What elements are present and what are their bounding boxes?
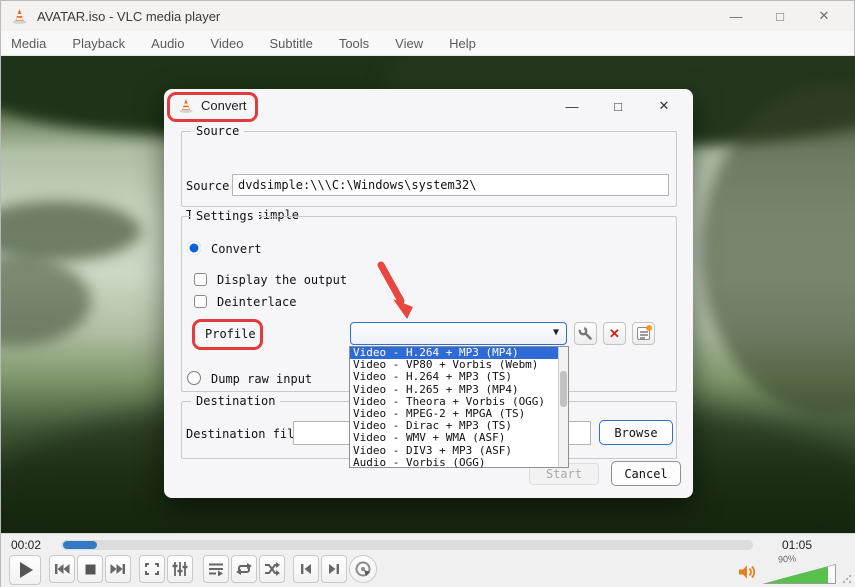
dialog-maximize-button[interactable]: □ [605, 95, 631, 117]
delete-x-icon: ✕ [609, 326, 620, 342]
dialog-minimize-button[interactable]: — [559, 95, 585, 117]
seek-progress [63, 541, 97, 549]
settings-legend: Settings [191, 209, 259, 223]
profile-option[interactable]: Video - H.265 + MP3 (MP4) [350, 384, 568, 396]
convert-radio[interactable] [187, 241, 201, 255]
vlc-cone-icon [11, 8, 28, 25]
deinterlace-checkbox[interactable] [194, 295, 207, 308]
shuffle-icon [264, 562, 280, 576]
stop-icon [85, 564, 96, 575]
playlist-icon [208, 562, 224, 576]
cancel-button[interactable]: Cancel [611, 461, 681, 486]
dvd-menu-button[interactable] [349, 555, 377, 583]
frame-back-button[interactable] [293, 555, 319, 583]
wrench-icon [578, 326, 593, 341]
volume-slider[interactable] [762, 564, 836, 584]
scrollbar-thumb[interactable] [560, 371, 567, 407]
menu-video[interactable]: Video [210, 36, 243, 51]
menu-subtitle[interactable]: Subtitle [269, 36, 312, 51]
equalizer-icon [172, 562, 188, 576]
volume-control[interactable]: 90% [738, 558, 850, 586]
destination-file-label: Destination file: [186, 427, 309, 441]
convert-radio-label: Convert [211, 242, 262, 256]
previous-button[interactable] [49, 555, 75, 583]
profile-option[interactable]: Video - Dirac + MP3 (TS) [350, 420, 568, 432]
source-input[interactable] [232, 174, 669, 196]
menu-tools[interactable]: Tools [339, 36, 369, 51]
source-legend: Source [191, 124, 244, 138]
edit-profile-button[interactable] [574, 322, 597, 345]
display-output-label: Display the output [217, 273, 347, 287]
dump-raw-input-radio[interactable] [187, 371, 201, 385]
profile-option[interactable]: Video - Theora + Vorbis (OGG) [350, 396, 568, 408]
dialog-title: Convert [201, 98, 247, 113]
disc-icon [355, 561, 371, 577]
dialog-title-bar: Convert — □ ✕ [164, 89, 693, 123]
profile-option[interactable]: Video - DIV3 + MP3 (ASF) [350, 445, 568, 457]
browse-button[interactable]: Browse [599, 420, 673, 445]
minimize-button[interactable]: — [714, 1, 758, 31]
new-profile-button[interactable] [632, 322, 655, 345]
play-button[interactable] [9, 555, 41, 585]
video-area[interactable]: Convert — □ ✕ Source Source: Type: dvdsi… [1, 56, 855, 533]
background-tree [1, 256, 91, 346]
skip-back-icon [54, 563, 70, 575]
menu-media[interactable]: Media [11, 36, 46, 51]
menu-playback[interactable]: Playback [72, 36, 125, 51]
menu-help[interactable]: Help [449, 36, 476, 51]
profile-dropdown-list: Video - H.264 + MP3 (MP4) Video - VP80 +… [349, 346, 569, 468]
step-back-icon [300, 563, 312, 575]
next-button[interactable] [105, 555, 131, 583]
shuffle-button[interactable] [259, 555, 285, 583]
chevron-down-icon: ▼ [553, 327, 559, 338]
title-bar: AVATAR.iso - VLC media player — □ ✕ [1, 1, 854, 31]
total-time: 01:05 [782, 538, 812, 552]
stop-button[interactable] [77, 555, 103, 583]
source-label: Source: [186, 179, 237, 193]
profile-option[interactable]: Video - H.264 + MP3 (MP4) [350, 347, 568, 359]
loop-icon [236, 562, 252, 576]
profile-option[interactable]: Video - WMV + WMA (ASF) [350, 432, 568, 444]
dump-raw-input-label: Dump raw input [211, 372, 312, 386]
fullscreen-icon [145, 563, 159, 575]
speaker-icon [738, 564, 758, 580]
new-profile-icon [637, 327, 650, 340]
background-tree [1, 201, 141, 261]
profile-option[interactable]: Video - MPEG-2 + MPGA (TS) [350, 408, 568, 420]
fullscreen-button[interactable] [139, 555, 165, 583]
profile-combobox[interactable]: ▼ [350, 322, 567, 345]
resize-grip[interactable] [842, 574, 852, 584]
skip-forward-icon [110, 563, 126, 575]
vlc-cone-icon [178, 98, 194, 114]
vlc-window: AVATAR.iso - VLC media player — □ ✕ Medi… [0, 0, 855, 587]
dialog-close-button[interactable]: ✕ [651, 95, 677, 117]
seek-bar[interactable] [61, 540, 753, 550]
close-button[interactable]: ✕ [802, 1, 846, 31]
volume-fill [763, 565, 835, 583]
frame-forward-button[interactable] [321, 555, 347, 583]
extended-settings-button[interactable] [167, 555, 193, 583]
profile-option[interactable]: Video - VP80 + Vorbis (Webm) [350, 359, 568, 371]
menu-audio[interactable]: Audio [151, 36, 184, 51]
delete-profile-button[interactable]: ✕ [603, 322, 626, 345]
step-forward-icon [328, 563, 340, 575]
window-title: AVATAR.iso - VLC media player [37, 9, 220, 24]
profile-option[interactable]: Audio - Vorbis (OGG) [350, 457, 568, 469]
menu-view[interactable]: View [395, 36, 423, 51]
profile-label: Profile [205, 327, 256, 341]
display-output-checkbox[interactable] [194, 273, 207, 286]
volume-percent: 90% [778, 553, 797, 564]
deinterlace-label: Deinterlace [217, 295, 296, 309]
destination-legend: Destination [191, 394, 280, 408]
control-bar: 00:02 01:05 [1, 533, 855, 587]
profile-option[interactable]: Video - H.264 + MP3 (TS) [350, 371, 568, 383]
elapsed-time: 00:02 [11, 538, 41, 552]
menu-bar: Media Playback Audio Video Subtitle Tool… [1, 31, 854, 56]
play-icon [20, 562, 33, 578]
playlist-button[interactable] [203, 555, 229, 583]
loop-button[interactable] [231, 555, 257, 583]
maximize-button[interactable]: □ [758, 1, 802, 31]
dropdown-scrollbar[interactable] [558, 347, 568, 467]
convert-dialog: Convert — □ ✕ Source Source: Type: dvdsi… [164, 89, 693, 498]
